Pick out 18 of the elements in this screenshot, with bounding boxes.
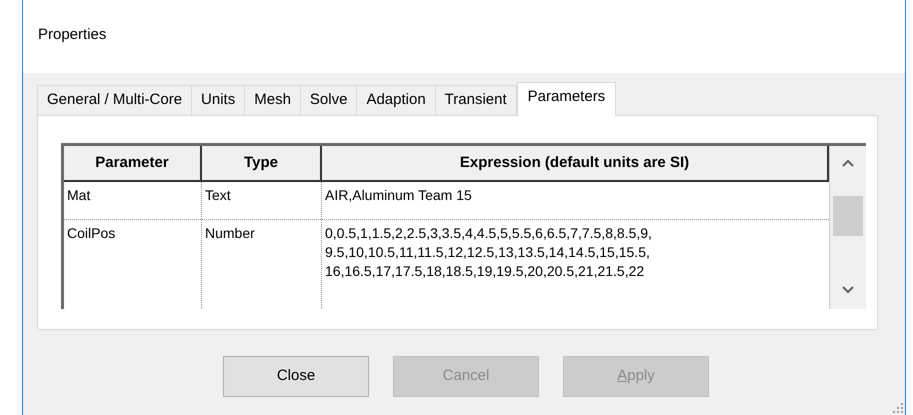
tab[interactable]: General / Multi-Core (37, 85, 192, 115)
table-cell: Number (202, 220, 322, 309)
scroll-up-icon[interactable] (841, 158, 855, 168)
window-title: Properties (38, 25, 106, 46)
table-cell: CoilPos (64, 220, 202, 309)
column-header[interactable]: Type (202, 146, 322, 180)
table-cell-text: AIR,Aluminum Team 15 (324, 186, 473, 205)
tab[interactable]: Transient (434, 85, 517, 115)
table-cell: Text (202, 182, 322, 219)
table-cell-text: 0,0.5,1,1.5,2,2.5,3,3.5,4,4.5,5,5.5,6,6.5,7,7.5,8,8.5,9, 9.5,10,10.5,11,11.5,12,12.5,13,13.5,14,14.5,15,15.5, 16,16.5,17,17.5,18,18.5,19,19.5,20,20.5,21,21.5,22 (324, 224, 653, 281)
table-cell: Mat (64, 182, 202, 219)
scrollbar[interactable] (829, 146, 866, 309)
dialog-button[interactable]: Close (223, 356, 369, 397)
tab[interactable]: Parameters (516, 82, 616, 116)
resize-grip-icon[interactable] (893, 403, 903, 413)
scrollbar-thumb[interactable] (833, 196, 863, 236)
scroll-down-icon[interactable] (841, 285, 855, 295)
column-header[interactable]: Parameter (64, 146, 202, 180)
